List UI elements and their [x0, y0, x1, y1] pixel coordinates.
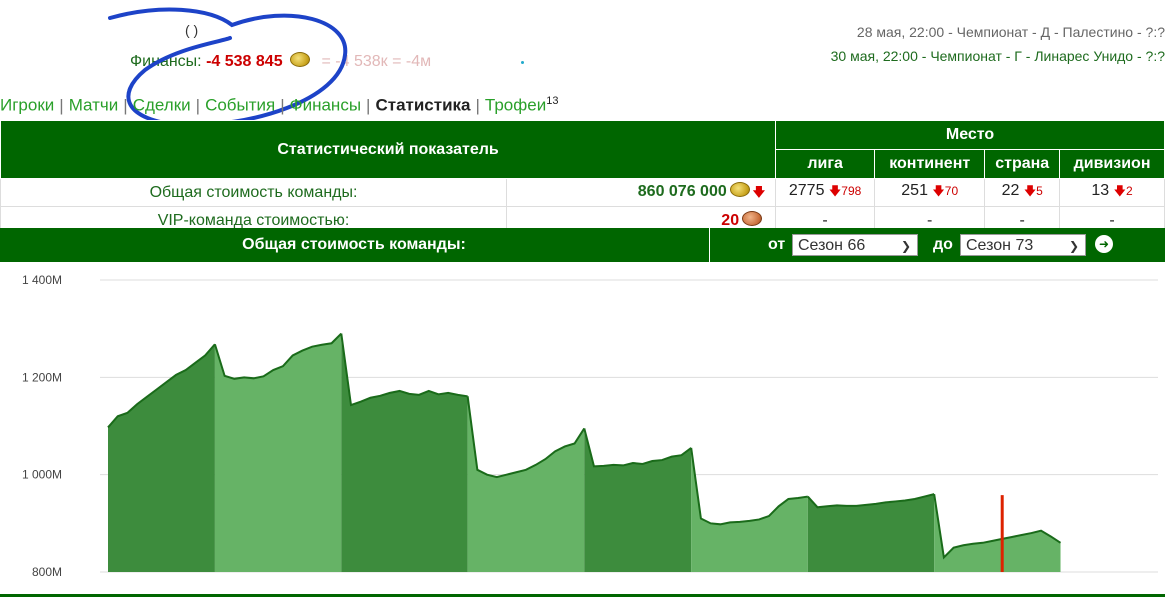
area-segment [584, 428, 692, 572]
row-value: 860 076 000 🡇 [505, 178, 777, 207]
stats-table: Статистический показатель Место лига кон… [0, 120, 1165, 235]
tab-separator: | [195, 95, 201, 115]
match-item[interactable]: 30 мая, 22:00 - Чемпионат - Г - Линарес … [831, 44, 1165, 68]
area-segment [341, 333, 468, 572]
area-segment [934, 494, 1061, 572]
header-place: Место [775, 120, 1165, 150]
season-to-select[interactable]: Сезон 73 ❯ [960, 234, 1086, 256]
tab-separator: | [366, 95, 371, 115]
season-to-value: Сезон 73 [966, 237, 1034, 254]
tab-item[interactable]: Игроки [0, 96, 54, 115]
division-rank-value: 13 [1091, 182, 1110, 199]
header-indicator: Статистический показатель [0, 120, 777, 179]
section-tabs: Игроки | Матчи | Сделки | События | Финансы | Стат… [0, 95, 558, 116]
from-label: от [768, 236, 786, 253]
header-league: лига [775, 149, 876, 179]
country-rank-delta: 5 [1036, 184, 1043, 198]
country-rank-value: 22 [1001, 182, 1020, 199]
tab-item[interactable]: События [205, 96, 275, 115]
go-arrow-button[interactable]: ➜ [1095, 235, 1113, 253]
y-tick-label: 1 400M [22, 273, 62, 287]
chart-title: Общая стоимость команды: [242, 236, 466, 253]
tab-badge: 13 [546, 95, 559, 107]
header-division: дивизион [1059, 149, 1165, 179]
continent-rank-value: 251 [901, 182, 928, 199]
row-label: Общая стоимость команды: [0, 178, 507, 207]
league-rank-value: 2775 [788, 182, 825, 199]
area-segment [214, 333, 342, 572]
league-rank-delta: 798 [841, 184, 862, 198]
chevron-down-icon: ❯ [900, 239, 911, 253]
tab-separator: | [280, 95, 285, 115]
chevron-down-icon: ❯ [1068, 239, 1079, 253]
divider [709, 228, 710, 262]
upcoming-matches: 28 мая, 22:00 - Чемпионат - Д - Палестин… [831, 22, 1165, 68]
tab-separator: | [59, 95, 64, 115]
country-rank: 22 🡇5 [984, 178, 1061, 207]
finance-short: = -4 538к = -4м [321, 53, 432, 70]
area-segment [467, 396, 585, 572]
team-value-chart: 1 400M 1 200M 1 000M 800M [22, 273, 1158, 579]
tab-item[interactable]: Матчи [69, 96, 119, 115]
area-segment [108, 344, 215, 572]
finance-label: Финансы: [130, 53, 202, 70]
coin-icon [729, 181, 750, 197]
table-row: Общая стоимость команды: 860 076 000 🡇 27… [0, 178, 1165, 207]
finance-value: -4 538 845 [206, 53, 283, 70]
season-from-value: Сезон 66 [798, 237, 866, 254]
tab-item[interactable]: Трофеи [485, 96, 546, 115]
y-tick-label: 1 000M [22, 468, 62, 482]
team-cost-value: 860 076 000 [637, 182, 727, 200]
arrow-down-icon: 🡇 [828, 184, 842, 198]
league-rank: 2775 🡇798 [775, 178, 876, 207]
header-country: страна [984, 149, 1061, 179]
continent-rank-delta: 70 [944, 184, 959, 198]
bottom-border [0, 594, 1165, 597]
vip-value: 20 [721, 212, 740, 229]
y-tick-label: 800M [32, 565, 62, 579]
tab-item[interactable]: Статистика [375, 96, 470, 115]
season-from-select[interactable]: Сезон 66 ❯ [792, 234, 918, 256]
coin-icon [290, 52, 311, 67]
header-continent: континент [874, 149, 986, 179]
coin-icon [742, 211, 763, 226]
continent-rank: 251 🡇70 [874, 178, 986, 207]
to-label: до [933, 236, 953, 253]
arrow-down-icon: 🡇 [1113, 184, 1126, 198]
division-rank: 13 🡇2 [1059, 178, 1165, 207]
tab-separator: | [123, 95, 128, 115]
match-item[interactable]: 28 мая, 22:00 - Чемпионат - Д - Палестин… [831, 20, 1165, 44]
tab-separator: | [475, 95, 480, 115]
team-info-header: ( ) Финансы: -4 538 845 = -4 538к = -4м … [0, 0, 1165, 128]
area-segment [691, 447, 808, 572]
chart-header-bar: Общая стоимость команды: от Сезон 66 ❯ до… [0, 228, 1165, 262]
team-info-cut-line: ( ) [185, 22, 199, 38]
arrow-down-icon: 🡇 [1023, 184, 1037, 198]
arrow-down-icon: 🡇 [752, 184, 766, 199]
tab-item[interactable]: Сделки [133, 96, 191, 115]
arrow-down-icon: 🡇 [932, 184, 945, 198]
tab-item[interactable]: Финансы [290, 96, 361, 115]
y-tick-label: 1 200M [22, 370, 62, 384]
division-rank-delta: 2 [1126, 184, 1133, 198]
marker-dot [521, 61, 524, 64]
finance-line: Финансы: -4 538 845 = -4 538к = -4м [130, 52, 431, 71]
